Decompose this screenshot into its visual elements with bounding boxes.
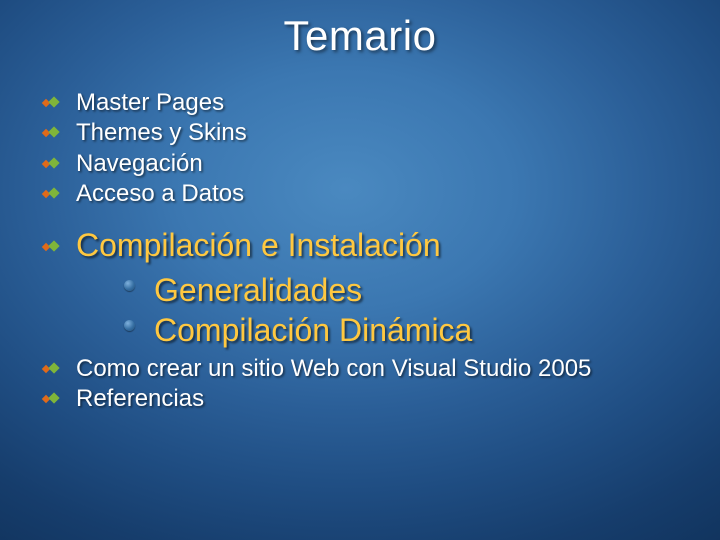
bullet-list: Master Pages Themes y Skins Navegación A… (38, 88, 690, 414)
list-item-label: Como crear un sitio Web con Visual Studi… (76, 355, 591, 382)
diamond-bullet-icon (40, 94, 62, 110)
diamond-bullet-icon (40, 390, 62, 406)
diamond-bullet-icon (40, 155, 62, 171)
sub-list-item: Compilación Dinámica (120, 311, 690, 350)
list-item: Master Pages (38, 88, 690, 117)
diamond-bullet-icon (40, 360, 62, 376)
list-item-label: Navegación (76, 150, 203, 177)
list-item-label: Acceso a Datos (76, 180, 244, 207)
list-item-section: Compilación e Instalación Generalidades … (38, 226, 690, 350)
sub-list-item-label: Compilación Dinámica (154, 312, 472, 348)
diamond-bullet-icon (40, 124, 62, 140)
sub-list-item-label: Generalidades (154, 272, 362, 308)
list-item: Como crear un sitio Web con Visual Studi… (38, 354, 690, 383)
sub-list-item: Generalidades (120, 271, 690, 310)
diamond-bullet-icon (40, 185, 62, 201)
slide: Temario Master Pages Themes y Skins Nave… (0, 0, 720, 540)
list-item: Themes y Skins (38, 118, 690, 147)
dot-bullet-icon (124, 320, 135, 331)
list-item-label: Themes y Skins (76, 119, 247, 146)
list-item: Acceso a Datos (38, 179, 690, 208)
list-item-label: Master Pages (76, 89, 224, 116)
list-item-label: Compilación e Instalación (76, 227, 441, 263)
list-item-label: Referencias (76, 385, 204, 412)
diamond-bullet-icon (40, 238, 62, 254)
sub-bullet-list: Generalidades Compilación Dinámica (76, 271, 690, 350)
dot-bullet-icon (124, 280, 135, 291)
slide-title: Temario (0, 0, 720, 60)
list-item: Navegación (38, 149, 690, 178)
slide-content: Master Pages Themes y Skins Navegación A… (38, 88, 690, 415)
list-item: Referencias (38, 384, 690, 413)
